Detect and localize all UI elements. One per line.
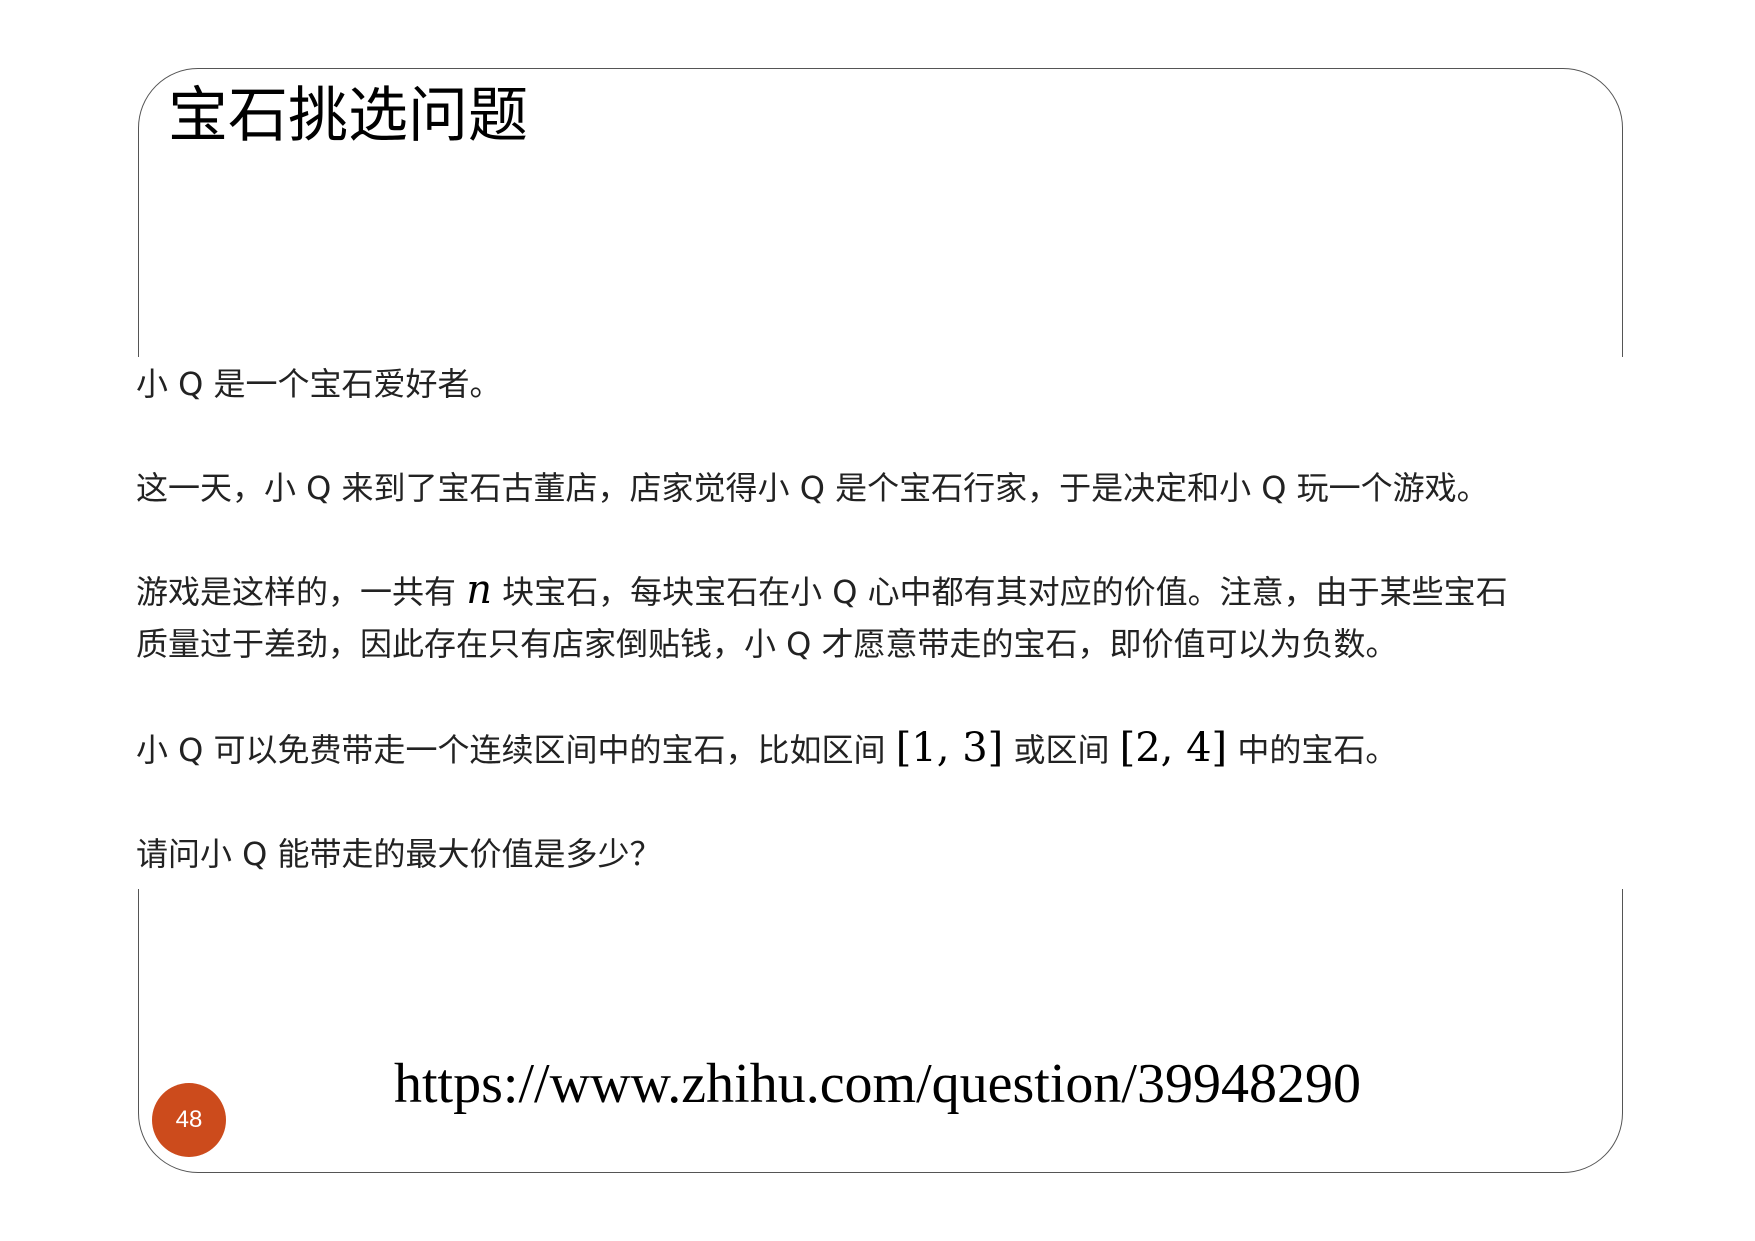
problem-paragraph-rules: 游戏是这样的，一共有 n 块宝石，每块宝石在小 Q 心中都有其对应的价值。注意，… bbox=[136, 563, 1508, 619]
slide-title: 宝石挑选问题 bbox=[168, 81, 528, 151]
page-number: 48 bbox=[175, 1106, 203, 1133]
problem-paragraph-intro: 小 Q 是一个宝石爱好者。 bbox=[136, 365, 502, 403]
math-variable-n: n bbox=[466, 567, 492, 613]
source-url: https://www.zhihu.com/question/39948290 bbox=[394, 1053, 1361, 1115]
rules-text-before: 游戏是这样的，一共有 bbox=[136, 573, 467, 611]
problem-paragraph-story: 这一天，小 Q 来到了宝石古董店，店家觉得小 Q 是个宝石行家，于是决定和小 Q… bbox=[136, 469, 1489, 507]
rules-text-after: 块宝石，每块宝石在小 Q 心中都有其对应的价值。注意，由于某些宝石 bbox=[491, 573, 1508, 611]
math-interval-1: [1, 3] bbox=[895, 725, 1004, 771]
page-number-badge: 48 bbox=[152, 1083, 226, 1157]
math-interval-2: [2, 4] bbox=[1119, 725, 1228, 771]
interval-text-after: 中的宝石。 bbox=[1227, 731, 1398, 769]
problem-paragraph-interval: 小 Q 可以免费带走一个连续区间中的宝石，比如区间 [1, 3] 或区间 [2,… bbox=[136, 721, 1397, 777]
problem-statement: 小 Q 是一个宝石爱好者。 这一天，小 Q 来到了宝石古董店，店家觉得小 Q 是… bbox=[130, 357, 1630, 889]
problem-paragraph-question: 请问小 Q 能带走的最大价值是多少？ bbox=[136, 835, 662, 873]
interval-text-middle: 或区间 bbox=[1003, 731, 1120, 769]
interval-text-before: 小 Q 可以免费带走一个连续区间中的宝石，比如区间 bbox=[136, 731, 896, 769]
problem-paragraph-rules-line2: 质量过于差劲，因此存在只有店家倒贴钱，小 Q 才愿意带走的宝石，即价值可以为负数… bbox=[136, 625, 1398, 663]
